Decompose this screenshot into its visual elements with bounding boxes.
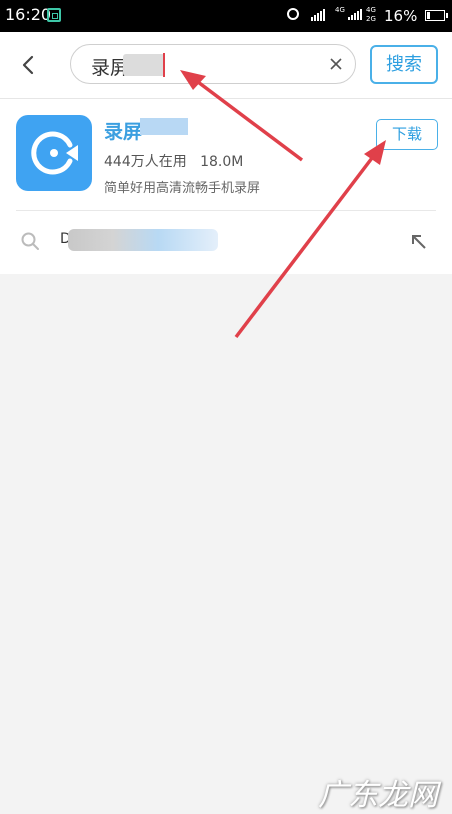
signal-icon: [311, 9, 325, 21]
battery-icon: [425, 10, 448, 21]
status-time: 16:20: [5, 5, 52, 24]
network-type-label-2: 4G: [366, 6, 376, 14]
search-input[interactable]: 录屏: [70, 44, 356, 84]
app-icon[interactable]: [16, 115, 92, 191]
redacted-text: [123, 54, 165, 76]
status-bar: 16:20 4G 4G 2G 16%: [0, 0, 452, 32]
video-camera-icon: [31, 131, 78, 175]
app-stats: 444万人在用 18.0M: [104, 154, 244, 170]
battery-percent: 16%: [384, 7, 418, 25]
search-suggestion-row[interactable]: D: [0, 211, 452, 273]
redacted-app-name: [140, 118, 188, 135]
text-caret: [163, 53, 165, 77]
search-icon: [21, 232, 39, 250]
watermark: 广东龙网: [318, 778, 438, 813]
search-button[interactable]: 搜索: [370, 45, 438, 84]
network-type-label: 4G: [335, 6, 345, 14]
search-header: 录屏 搜索: [0, 32, 452, 99]
back-button[interactable]: [14, 50, 44, 80]
redacted-suggestion: [68, 229, 218, 251]
chevron-left-icon: [22, 55, 34, 75]
alarm-icon: [287, 8, 299, 20]
close-icon: [330, 58, 342, 70]
network-type-label-3: 2G: [366, 15, 376, 23]
search-result-card: 录屏 444万人在用 18.0M 简单好用高清流畅手机录屏 下载 D: [0, 99, 452, 274]
download-button[interactable]: 下载: [376, 119, 438, 150]
app-description: 简单好用高清流畅手机录屏: [104, 181, 261, 196]
signal-icon-2: [348, 9, 362, 20]
clear-search-button[interactable]: [323, 51, 349, 77]
screenshot-icon: [47, 8, 61, 22]
app-name[interactable]: 录屏: [104, 117, 142, 144]
arrow-up-left-icon[interactable]: [410, 233, 428, 251]
